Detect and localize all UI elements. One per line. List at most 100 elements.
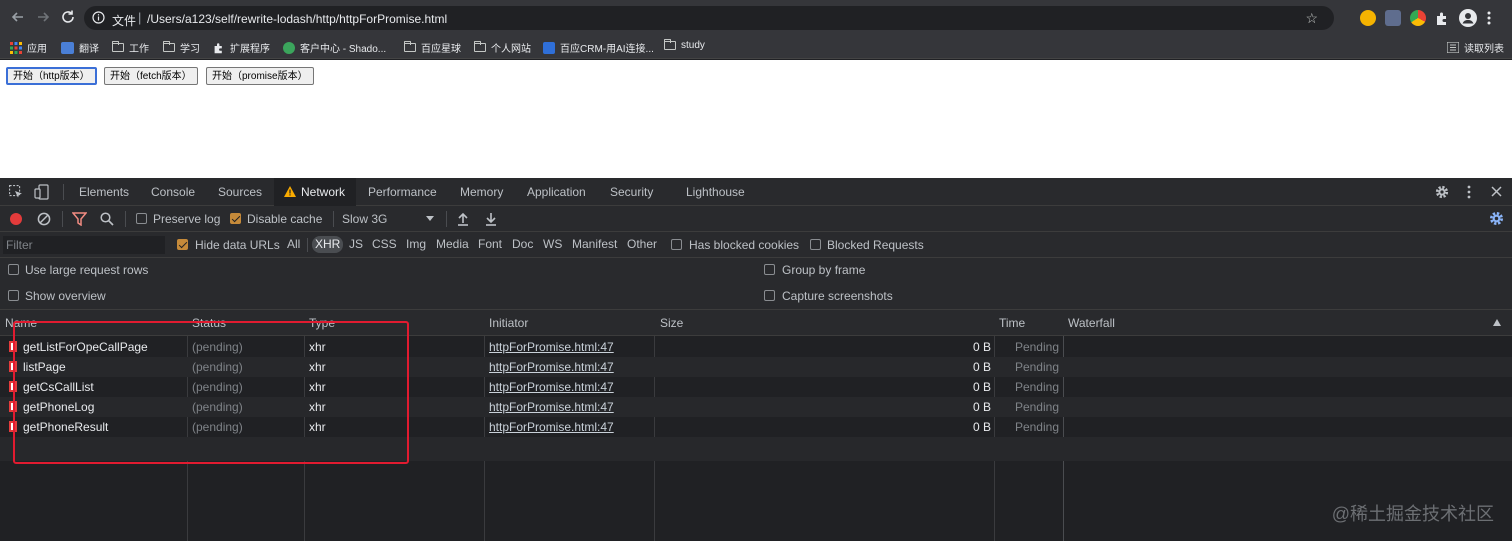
preserve-log-checkbox[interactable]	[136, 213, 147, 224]
import-har-icon[interactable]	[457, 212, 469, 226]
column-header-waterfall[interactable]: Waterfall	[1068, 316, 1115, 330]
bookmark-personal-site[interactable]: 个人网站	[474, 40, 531, 55]
record-icon[interactable]	[9, 212, 23, 226]
address-bar[interactable]: 文件 | /Users/a123/self/rewrite-lodash/htt…	[84, 6, 1334, 30]
request-time: Pending	[1014, 360, 1059, 374]
bookmark-extensions[interactable]: 扩展程序	[213, 40, 270, 55]
throttling-select[interactable]: Slow 3G	[340, 210, 438, 228]
column-header-initiator[interactable]: Initiator	[489, 316, 528, 330]
close-icon[interactable]	[1491, 186, 1502, 197]
bookmark-star-icon[interactable]: ☆	[1305, 10, 1318, 27]
tab-console[interactable]: Console	[151, 185, 195, 199]
request-time: Pending	[1014, 420, 1059, 434]
menu-kebab-icon[interactable]	[1486, 10, 1492, 26]
tab-memory[interactable]: Memory	[460, 185, 503, 199]
extension-icon-3[interactable]	[1410, 10, 1426, 26]
bookmark-label: 客户中心 - Shado...	[300, 44, 387, 55]
filter-img[interactable]: Img	[406, 237, 426, 251]
bookmark-study[interactable]: study	[664, 39, 705, 51]
start-promise-button[interactable]: 开始（promise版本）	[206, 67, 314, 85]
crm-icon	[543, 41, 555, 54]
chevron-down-icon	[426, 216, 434, 222]
bookmarks-bar: 应用 翻译 工作 学习 扩展程序 客户中心 - Shado... 百应星球 个人…	[0, 34, 1512, 59]
bookmark-work[interactable]: 工作	[112, 40, 149, 55]
url-text[interactable]: /Users/a123/self/rewrite-lodash/http/htt…	[147, 12, 447, 26]
inspect-element-icon[interactable]	[9, 185, 23, 199]
extension-icon-1[interactable]	[1360, 10, 1376, 26]
tab-performance[interactable]: Performance	[368, 185, 437, 199]
request-initiator-link[interactable]: httpForPromise.html:47	[489, 340, 614, 354]
url-scheme: 文件	[112, 14, 137, 28]
filter-font[interactable]: Font	[478, 237, 502, 251]
clear-icon[interactable]	[37, 212, 51, 226]
extension-icon-2[interactable]	[1385, 10, 1401, 26]
bookmark-baiying-crm[interactable]: 百应CRM-用AI连接...	[543, 40, 654, 55]
bookmark-label: 应用	[27, 44, 47, 55]
tab-elements[interactable]: Elements	[79, 185, 129, 199]
sort-ascending-icon[interactable]	[1493, 319, 1501, 326]
filter-manifest[interactable]: Manifest	[572, 237, 617, 251]
reading-list[interactable]: 读取列表	[1447, 40, 1504, 55]
request-initiator-link[interactable]: httpForPromise.html:47	[489, 400, 614, 414]
bookmark-study-cn[interactable]: 学习	[163, 40, 200, 55]
reading-list-label: 读取列表	[1464, 44, 1504, 55]
folder-icon	[163, 41, 175, 52]
forward-icon[interactable]	[35, 9, 51, 25]
tab-lighthouse[interactable]: Lighthouse	[686, 185, 745, 199]
reading-list-icon	[1447, 42, 1459, 53]
more-options-icon[interactable]	[1467, 185, 1471, 199]
filter-other[interactable]: Other	[627, 237, 657, 251]
group-by-frame-checkbox[interactable]	[764, 264, 775, 275]
bookmark-translate[interactable]: 翻译	[61, 40, 99, 55]
settings-gear-icon[interactable]	[1435, 185, 1449, 199]
blocked-requests-checkbox[interactable]	[810, 239, 821, 250]
device-toolbar-icon[interactable]	[34, 184, 50, 200]
site-info-icon[interactable]	[92, 11, 105, 24]
filter-icon[interactable]	[72, 212, 87, 226]
devtools-tabbar: Elements Console Sources Network Perform…	[0, 178, 1512, 206]
filter-media[interactable]: Media	[436, 237, 469, 251]
bookmark-label: 个人网站	[491, 44, 531, 55]
start-http-button[interactable]: 开始（http版本）	[6, 67, 97, 85]
reload-icon[interactable]	[60, 9, 76, 25]
bookmark-label: 翻译	[79, 44, 99, 55]
folder-icon	[474, 41, 486, 52]
show-overview-checkbox[interactable]	[8, 290, 19, 301]
filter-all[interactable]: All	[287, 237, 300, 251]
request-initiator-link[interactable]: httpForPromise.html:47	[489, 380, 614, 394]
tab-application[interactable]: Application	[527, 185, 586, 199]
network-settings-gear-icon[interactable]	[1489, 211, 1504, 226]
start-fetch-button[interactable]: 开始（fetch版本）	[104, 67, 198, 85]
search-icon[interactable]	[100, 212, 114, 226]
divider	[307, 238, 308, 252]
column-header-size[interactable]: Size	[660, 316, 683, 330]
request-time: Pending	[1014, 400, 1059, 414]
filter-xhr[interactable]: XHR	[312, 236, 344, 253]
bookmark-label: 工作	[129, 44, 149, 55]
tab-network[interactable]: Network	[301, 185, 345, 199]
back-icon[interactable]	[10, 9, 26, 25]
request-initiator-link[interactable]: httpForPromise.html:47	[489, 360, 614, 374]
tab-sources[interactable]: Sources	[218, 185, 262, 199]
network-settings-panel: Use large request rows Show overview Gro…	[0, 258, 1512, 310]
request-table: Name Status Type Initiator Size Time Wat…	[0, 310, 1512, 541]
disable-cache-checkbox[interactable]	[230, 213, 241, 224]
column-header-time[interactable]: Time	[999, 316, 1025, 330]
capture-screenshots-checkbox[interactable]	[764, 290, 775, 301]
hide-data-urls-checkbox[interactable]	[177, 239, 188, 250]
filter-doc[interactable]: Doc	[512, 237, 533, 251]
filter-js[interactable]: JS	[349, 237, 363, 251]
bookmark-apps[interactable]: 应用	[10, 40, 47, 55]
filter-ws[interactable]: WS	[543, 237, 562, 251]
tab-security[interactable]: Security	[610, 185, 653, 199]
extensions-puzzle-icon[interactable]	[1435, 11, 1450, 26]
profile-avatar-icon[interactable]	[1459, 9, 1477, 27]
request-initiator-link[interactable]: httpForPromise.html:47	[489, 420, 614, 434]
bookmark-baiying-planet[interactable]: 百应星球	[404, 40, 461, 55]
has-blocked-cookies-checkbox[interactable]	[671, 239, 682, 250]
filter-css[interactable]: CSS	[372, 237, 397, 251]
export-har-icon[interactable]	[485, 212, 497, 226]
filter-input[interactable]: Filter	[3, 236, 165, 254]
bookmark-customer-center[interactable]: 客户中心 - Shado...	[283, 40, 386, 55]
large-rows-checkbox[interactable]	[8, 264, 19, 275]
